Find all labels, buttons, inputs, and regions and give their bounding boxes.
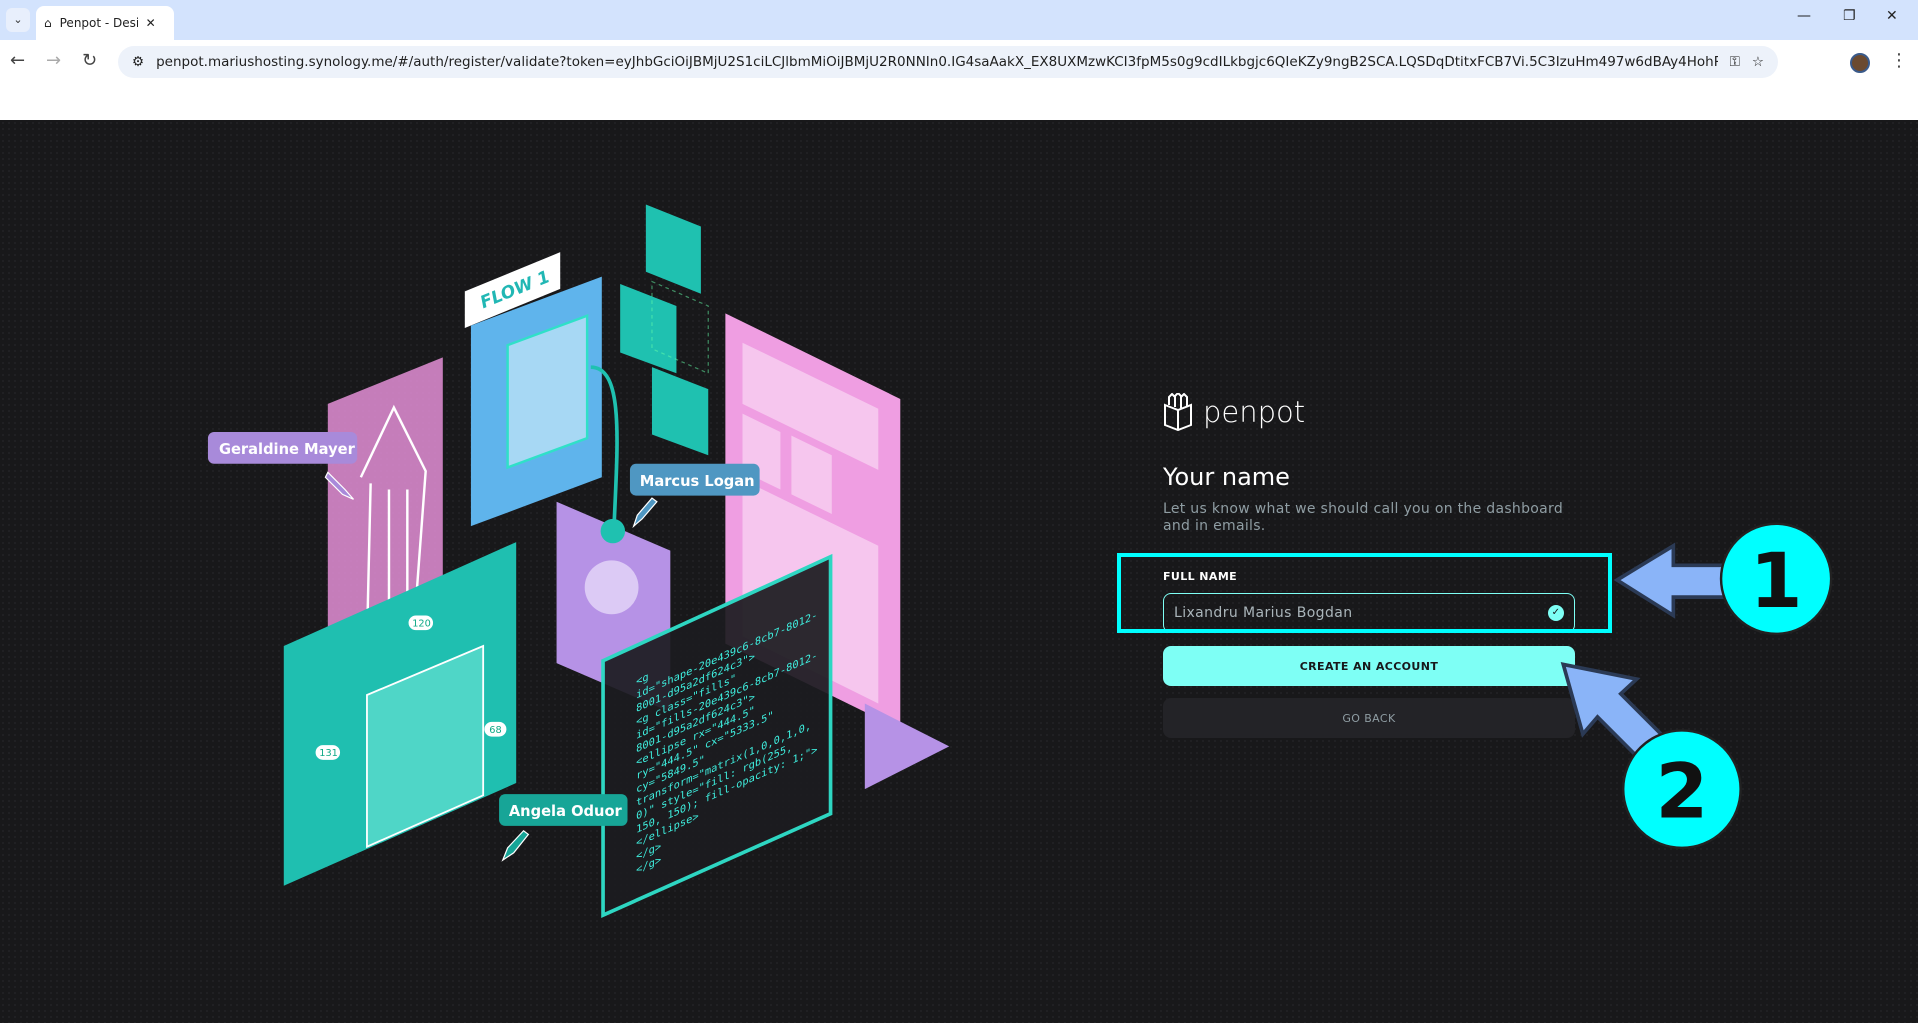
create-account-button[interactable]: CREATE AN ACCOUNT — [1163, 646, 1575, 686]
bookmark-star-icon[interactable]: ☆ — [1752, 54, 1764, 70]
tab-strip: ⌄ ⌂ Penpot - Desig ✕ — ❐ ✕ — [0, 0, 1918, 40]
profile-avatar[interactable] — [1850, 53, 1870, 73]
minimize-icon[interactable]: — — [1797, 8, 1811, 24]
penpot-logo: penpot — [1163, 393, 1575, 431]
page-top-strip — [0, 84, 1918, 120]
penpot-logo-icon — [1164, 393, 1192, 431]
url-text[interactable]: penpot.mariushosting.synology.me/#/auth/… — [156, 54, 1718, 70]
penpot-favicon-icon: ⌂ — [44, 16, 52, 30]
close-tab-icon[interactable]: ✕ — [146, 16, 156, 30]
close-window-icon[interactable]: ✕ — [1886, 8, 1898, 24]
tab-title: Penpot - Desig — [59, 16, 138, 30]
back-icon[interactable]: ← — [10, 50, 25, 71]
browser-menu-icon[interactable]: ⋮ — [1890, 50, 1908, 71]
go-back-button[interactable]: GO BACK — [1163, 698, 1575, 738]
page-background — [0, 120, 1918, 1023]
restore-icon[interactable]: ❐ — [1843, 8, 1856, 24]
browser-toolbar: ← → ↻ ⚙ penpot.mariushosting.synology.me… — [0, 40, 1918, 84]
highlight-box — [1117, 553, 1612, 633]
site-info-icon[interactable]: ⚙ — [132, 54, 144, 70]
forward-icon[interactable]: → — [46, 50, 61, 71]
tab-search-button[interactable]: ⌄ — [6, 8, 30, 32]
page-subtitle: Let us know what we should call you on t… — [1163, 501, 1564, 534]
logo-text: penpot — [1203, 395, 1306, 429]
page-title: Your name — [1163, 463, 1290, 491]
reload-icon[interactable]: ↻ — [82, 50, 97, 71]
address-bar[interactable]: ⚙ penpot.mariushosting.synology.me/#/aut… — [118, 46, 1778, 78]
password-key-icon[interactable]: ⚿ — [1730, 54, 1740, 70]
browser-tab[interactable]: ⌂ Penpot - Desig ✕ — [36, 6, 174, 40]
